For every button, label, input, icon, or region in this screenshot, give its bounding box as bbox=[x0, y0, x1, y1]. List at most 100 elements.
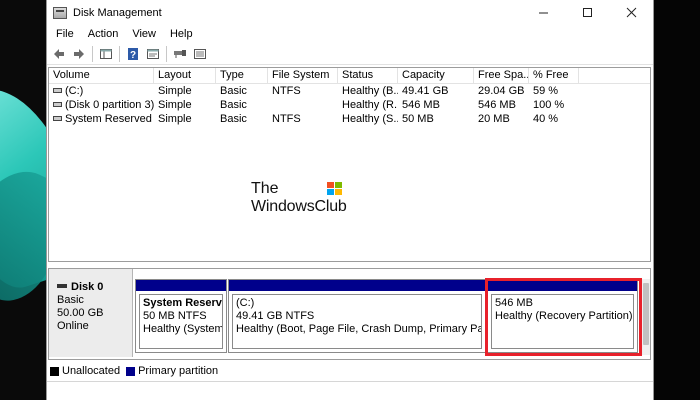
disk-size: 50.00 GB bbox=[57, 307, 104, 319]
disk-icon bbox=[57, 284, 67, 289]
column-header-file-system[interactable]: File System bbox=[268, 68, 338, 84]
desktop-background-left bbox=[0, 0, 46, 400]
column-header-percent-free[interactable]: % Free bbox=[529, 68, 579, 84]
title-bar: Disk Management bbox=[47, 0, 653, 25]
toolbar-separator bbox=[92, 45, 93, 62]
legend-swatch-primary-partition bbox=[126, 366, 136, 376]
show-hide-console-tree-button[interactable] bbox=[97, 45, 114, 62]
help-icon: ? bbox=[127, 47, 138, 61]
volume-free-space: 20 MB bbox=[478, 113, 510, 125]
table-row[interactable]: System Reserved Simple Basic NTFS Health… bbox=[49, 112, 650, 126]
volume-type: Basic bbox=[220, 113, 247, 125]
windows-logo-icon bbox=[327, 182, 342, 195]
volume-layout: Simple bbox=[158, 99, 192, 111]
primary-partition-bar bbox=[229, 280, 485, 291]
volume-free-space: 546 MB bbox=[478, 99, 516, 111]
column-header-type[interactable]: Type bbox=[216, 68, 268, 84]
properties-button[interactable] bbox=[144, 45, 161, 62]
maximize-button[interactable] bbox=[565, 0, 609, 25]
volume-layout: Simple bbox=[158, 113, 192, 125]
partition-title: (C:) bbox=[236, 297, 255, 309]
primary-partition-bar bbox=[136, 280, 226, 291]
legend-label-unallocated: Unallocated bbox=[62, 365, 121, 377]
volume-name: (Disk 0 partition 3) bbox=[65, 99, 154, 111]
partition-size: 50 MB NTFS bbox=[143, 310, 207, 322]
close-icon bbox=[626, 7, 636, 18]
legend: Unallocated Primary partition bbox=[50, 364, 224, 378]
column-header-capacity[interactable]: Capacity bbox=[398, 68, 474, 84]
settings-panel-icon bbox=[193, 48, 206, 59]
connect-disk-button[interactable] bbox=[171, 45, 188, 62]
legend-swatch-unallocated bbox=[50, 366, 59, 376]
forward-button[interactable] bbox=[70, 45, 87, 62]
close-button[interactable] bbox=[609, 0, 653, 25]
desktop-background-right bbox=[654, 0, 700, 400]
key-icon bbox=[173, 49, 186, 58]
disk-state: Online bbox=[57, 320, 89, 332]
volume-type: Basic bbox=[220, 99, 247, 111]
thewindowsclub-watermark: The WindowsClub bbox=[251, 180, 371, 226]
menu-file[interactable]: File bbox=[49, 28, 81, 40]
svg-text:?: ? bbox=[129, 50, 135, 61]
scrollbar-thumb[interactable] bbox=[643, 283, 649, 345]
partition-c-drive[interactable]: (C:) 49.41 GB NTFS Healthy (Boot, Page F… bbox=[228, 279, 486, 353]
partition-status: Healthy (Boot, Page File, Crash Dump, Pr… bbox=[236, 323, 481, 335]
column-header-free-space[interactable]: Free Spa... bbox=[474, 68, 529, 84]
back-arrow-icon bbox=[53, 48, 64, 59]
window-title: Disk Management bbox=[73, 6, 162, 19]
minimize-button[interactable] bbox=[521, 0, 565, 25]
disk-0-label[interactable]: Disk 0 Basic 50.00 GB Online bbox=[49, 269, 133, 357]
status-bar bbox=[47, 381, 653, 400]
volume-percent-free: 59 % bbox=[533, 85, 559, 97]
volume-capacity: 50 MB bbox=[402, 113, 434, 125]
menu-view[interactable]: View bbox=[125, 28, 163, 40]
disk-graphical-pane: Disk 0 Basic 50.00 GB Online System Rese… bbox=[48, 268, 651, 360]
menu-help[interactable]: Help bbox=[163, 28, 200, 40]
drive-icon bbox=[53, 101, 62, 107]
volume-percent-free: 40 % bbox=[533, 113, 559, 125]
minimize-icon bbox=[538, 12, 548, 14]
volume-free-space: 29.04 GB bbox=[478, 85, 525, 97]
window-controls bbox=[521, 0, 653, 25]
volume-capacity: 49.41 GB bbox=[402, 85, 449, 97]
column-header-layout[interactable]: Layout bbox=[154, 68, 216, 84]
highlight-annotation-box bbox=[485, 278, 642, 356]
volume-layout: Simple bbox=[158, 85, 192, 97]
menu-action[interactable]: Action bbox=[81, 28, 126, 40]
table-row[interactable]: (C:) Simple Basic NTFS Healthy (B... 49.… bbox=[49, 84, 650, 98]
properties-icon bbox=[146, 48, 159, 59]
watermark-line1: The bbox=[251, 180, 279, 197]
view-settings-button[interactable] bbox=[191, 45, 208, 62]
volume-list-pane: Volume Layout Type File System Status Ca… bbox=[48, 67, 651, 262]
volume-status: Healthy (R... bbox=[342, 99, 398, 111]
wallpaper-shape bbox=[0, 157, 46, 313]
console-tree-icon bbox=[99, 48, 112, 59]
volume-percent-free: 100 % bbox=[533, 99, 565, 111]
table-row[interactable]: (Disk 0 partition 3) Simple Basic Health… bbox=[49, 98, 650, 112]
partition-title: System Reserved bbox=[143, 297, 222, 309]
toolbar: ? bbox=[47, 43, 653, 65]
volume-type: Basic bbox=[220, 85, 247, 97]
volume-status: Healthy (S... bbox=[342, 113, 398, 125]
disk-management-window: Disk Management File Action View Help ? … bbox=[46, 0, 654, 400]
volume-file-system: NTFS bbox=[272, 85, 301, 97]
volume-file-system bbox=[268, 98, 338, 112]
volume-name: System Reserved bbox=[65, 113, 152, 125]
drive-icon bbox=[53, 115, 62, 121]
forward-arrow-icon bbox=[73, 48, 84, 59]
disk-type: Basic bbox=[57, 294, 84, 306]
back-button[interactable] bbox=[50, 45, 67, 62]
volume-capacity: 546 MB bbox=[402, 99, 440, 111]
volume-file-system: NTFS bbox=[272, 113, 301, 125]
help-button[interactable]: ? bbox=[124, 45, 141, 62]
legend-label-primary-partition: Primary partition bbox=[138, 365, 219, 377]
toolbar-separator bbox=[166, 45, 167, 62]
volume-status: Healthy (B... bbox=[342, 85, 398, 97]
partition-system-reserved[interactable]: System Reserved 50 MB NTFS Healthy (Syst… bbox=[135, 279, 227, 353]
vertical-scrollbar[interactable] bbox=[642, 279, 650, 355]
menu-bar: File Action View Help bbox=[47, 25, 653, 43]
column-header-volume[interactable]: Volume bbox=[49, 68, 154, 84]
partition-status: Healthy (System, A bbox=[143, 323, 223, 335]
partition-size: 49.41 GB NTFS bbox=[236, 310, 315, 322]
column-header-status[interactable]: Status bbox=[338, 68, 398, 84]
